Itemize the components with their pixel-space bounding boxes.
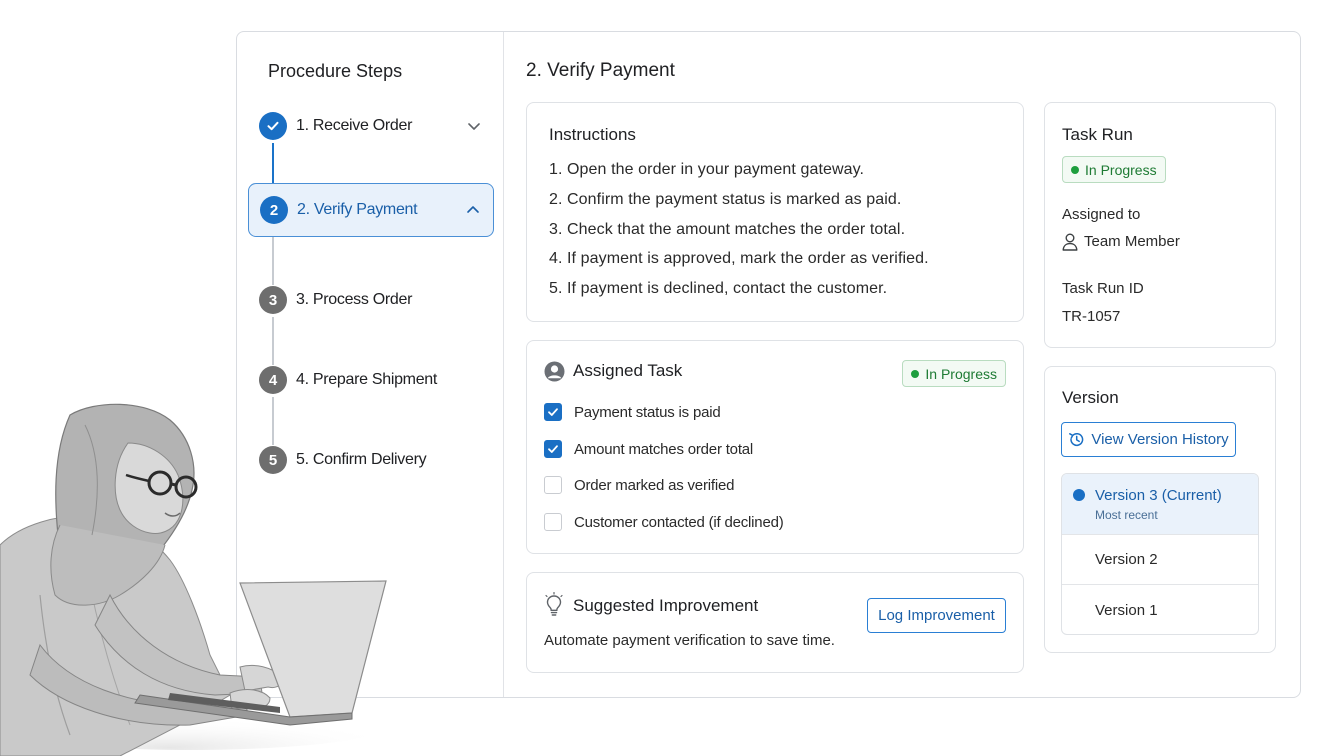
instructions-card: Instructions 1. Open the order in your pa…: [526, 102, 1024, 322]
checkbox-checked[interactable]: [544, 440, 562, 458]
instruction-item: 1. Open the order in your payment gateway…: [549, 161, 865, 178]
status-badge: In Progress: [1062, 156, 1166, 183]
suggested-improvement-title: Suggested Improvement: [573, 596, 759, 615]
step-number-badge: 4: [259, 366, 287, 394]
instruction-item: 5. If payment is declined, contact the cu…: [549, 280, 888, 298]
status-badge-label: In Progress: [925, 365, 997, 382]
user-circle-icon: [544, 361, 565, 382]
task-run-card: Task Run In Progress Assigned to Team Me…: [1044, 102, 1276, 348]
instruction-item: 4. If payment is approved, mark the order…: [549, 250, 929, 268]
checklist-item[interactable]: Amount matches order total: [544, 440, 753, 458]
version-item[interactable]: Version 1: [1062, 585, 1258, 634]
checklist-label: Customer contacted (if declined): [574, 513, 784, 531]
assigned-task-card: Assigned Task In Progress Payment status…: [526, 340, 1024, 554]
suggested-improvement-card: Suggested Improvement Automate payment v…: [526, 572, 1024, 673]
status-dot-icon: [1071, 165, 1079, 174]
step-label: 3. Process Order: [296, 291, 413, 308]
step-number-badge: 3: [259, 286, 287, 314]
instructions-title: Instructions: [549, 125, 636, 144]
status-dot-icon: [911, 369, 920, 378]
instruction-item: 2. Confirm the payment status is marked a…: [549, 190, 902, 208]
status-badge-label: In Progress: [1085, 161, 1157, 178]
sidebar-title: Procedure Steps: [268, 61, 403, 81]
version-card: Version View Version History Version 3 (…: [1044, 366, 1276, 653]
checklist-label: Payment status is paid: [574, 403, 721, 421]
version-title: Version: [1062, 388, 1119, 407]
step-label: 1. Receive Order: [296, 117, 413, 134]
checklist-item[interactable]: Customer contacted (if declined): [544, 513, 784, 531]
assignee-name: Team Member: [1084, 233, 1180, 250]
step-item-verify-payment[interactable]: 2 2. Verify Payment: [248, 183, 494, 237]
current-version-dot-icon: [1073, 489, 1085, 501]
person-with-laptop-illustration: [0, 403, 390, 756]
version-label: Version 2: [1095, 551, 1158, 568]
lightbulb-icon: [545, 592, 563, 616]
assigned-to-label: Assigned to: [1062, 206, 1141, 223]
version-list: Version 3 (Current) Most recent Version …: [1061, 473, 1259, 635]
instruction-item: 3. Check that the amount matches the orde…: [549, 220, 906, 238]
step-label: 4. Prepare Shipment: [296, 371, 438, 388]
version-item[interactable]: Version 2: [1062, 535, 1258, 585]
checklist-item[interactable]: Order marked as verified: [544, 476, 734, 494]
assigned-task-title: Assigned Task: [573, 361, 683, 380]
history-icon: [1069, 432, 1084, 446]
checklist-item[interactable]: Payment status is paid: [544, 403, 721, 421]
checkbox-unchecked[interactable]: [544, 513, 562, 531]
person-icon: [1062, 233, 1078, 251]
step-item-process-order[interactable]: 3 3. Process Order: [248, 273, 494, 327]
log-improvement-button[interactable]: Log Improvement: [867, 598, 1006, 633]
step-complete-check-icon: [259, 112, 287, 140]
chevron-down-icon[interactable]: [466, 118, 482, 134]
checklist-label: Amount matches order total: [574, 440, 754, 458]
status-badge: In Progress: [902, 360, 1006, 387]
version-item-current[interactable]: Version 3 (Current) Most recent: [1062, 474, 1258, 535]
view-version-history-label: View Version History: [1091, 431, 1229, 448]
version-sublabel: Most recent: [1095, 507, 1158, 522]
task-run-id-value: TR-1057: [1062, 308, 1121, 325]
chevron-up-icon[interactable]: [465, 202, 481, 218]
task-run-id-label: Task Run ID: [1062, 280, 1144, 297]
step-item-receive-order[interactable]: 1. Receive Order: [248, 99, 494, 153]
step-label: 2. Verify Payment: [297, 201, 418, 218]
step-number-badge: 2: [260, 196, 288, 224]
instructions-list: 1. Open the order in your payment gateway…: [549, 161, 929, 310]
view-version-history-button[interactable]: View Version History: [1061, 422, 1236, 457]
version-label: Version 1: [1095, 601, 1158, 619]
checklist-label: Order marked as verified: [574, 476, 735, 494]
checkbox-checked[interactable]: [544, 403, 562, 421]
version-label: Version 3 (Current): [1095, 486, 1222, 504]
page-title: 2. Verify Payment: [526, 60, 675, 81]
suggested-improvement-text: Automate payment verification to save ti…: [544, 632, 835, 649]
task-run-title: Task Run: [1062, 125, 1133, 144]
checkbox-unchecked[interactable]: [544, 476, 562, 494]
